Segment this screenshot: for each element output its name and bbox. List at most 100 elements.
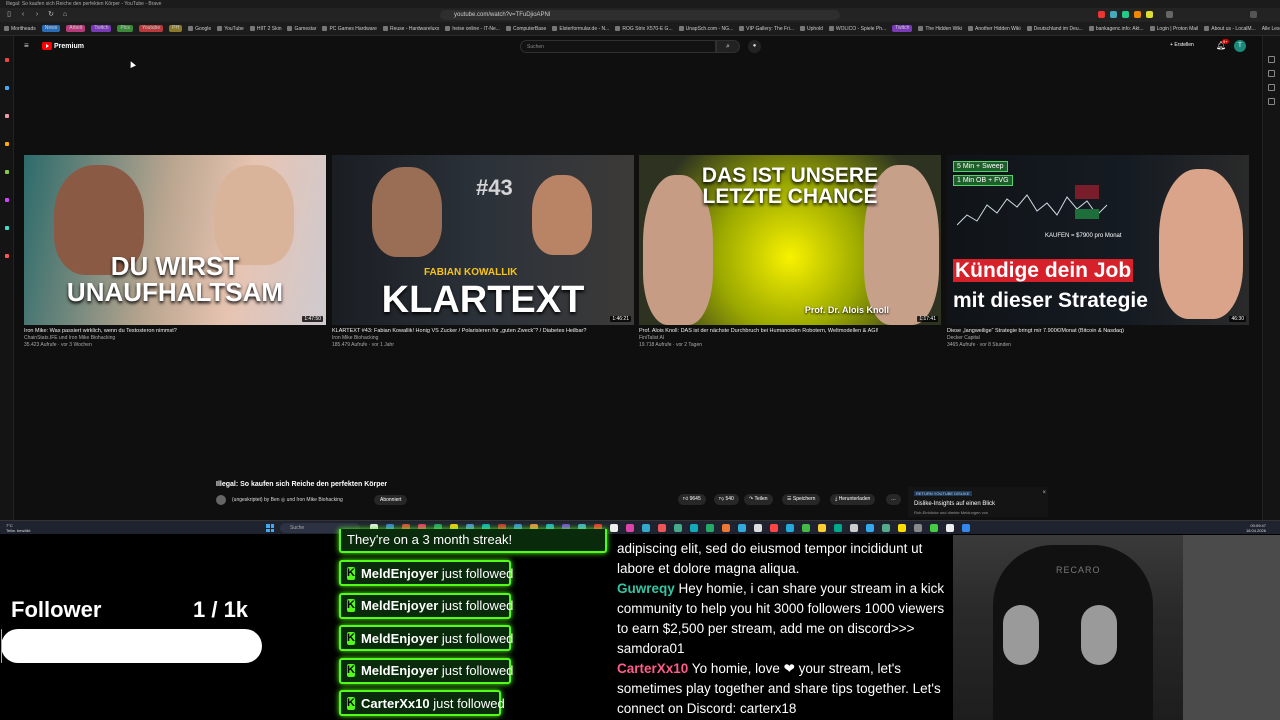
video-title[interactable]: KLARTEXT #43: Fabian Kowallik! Honig VS … xyxy=(332,328,634,334)
taskbar-app-icon[interactable] xyxy=(946,524,954,532)
bookmark-item[interactable]: PC Games Hardware xyxy=(322,26,377,32)
channel-avatar[interactable] xyxy=(216,495,226,505)
sidebar-toggle-icon[interactable]: ▯ xyxy=(4,10,14,20)
bookmark-item[interactable]: Pics xyxy=(117,25,133,32)
search-button[interactable]: ⌕ xyxy=(716,40,740,53)
panel-icon[interactable] xyxy=(1268,70,1275,77)
video-thumbnail[interactable]: DU WIRST UNAUFHALTSAM 1:47:50 xyxy=(24,155,326,325)
bookmark-item[interactable]: ComputerBase xyxy=(505,26,546,32)
taskbar-app-icon[interactable] xyxy=(658,524,666,532)
home-icon[interactable]: ⌂ xyxy=(60,10,70,20)
taskbar-app-icon[interactable] xyxy=(674,524,682,532)
create-button[interactable]: + Erstellen xyxy=(1170,42,1194,48)
taskbar-app-icon[interactable] xyxy=(690,524,698,532)
all-bookmarks-link[interactable]: Alle Lesezeichen xyxy=(1262,26,1280,32)
taskbar-app-icon[interactable] xyxy=(610,524,618,532)
taskbar-app-icon[interactable] xyxy=(898,524,906,532)
brave-shield-icon[interactable] xyxy=(1098,11,1105,18)
taskbar-app-icon[interactable] xyxy=(834,524,842,532)
sidebar-app-icon[interactable] xyxy=(5,254,9,258)
bookmark-item[interactable]: Twitch xyxy=(91,25,112,32)
extension-icon[interactable] xyxy=(1110,11,1117,18)
taskbar-app-icon[interactable] xyxy=(786,524,794,532)
extension-icon[interactable] xyxy=(1122,11,1129,18)
sidebar-app-icon[interactable] xyxy=(5,86,9,90)
video-title[interactable]: Iron Mike: Was passiert wirklich, wenn d… xyxy=(24,328,326,334)
bookmark-item[interactable]: WOLICO - Spiele Ph... xyxy=(828,26,886,32)
bookmark-item[interactable]: ROG Strix X570-E G... xyxy=(615,26,673,32)
taskbar-app-icon[interactable] xyxy=(914,524,922,532)
download-button[interactable]: ⤓ Herunterladen xyxy=(830,494,876,505)
weather-widget[interactable]: 7°C Teilw. bewölkt xyxy=(6,523,30,533)
video-title[interactable]: Prof. Alois Knoll: DAS ist der nächste D… xyxy=(639,328,941,334)
search-input[interactable]: Suchen xyxy=(520,40,716,53)
sidebar-app-icon[interactable] xyxy=(5,114,9,118)
close-icon[interactable]: × xyxy=(1042,490,1046,496)
dislike-button[interactable]: 👎︎ 540 xyxy=(714,494,739,505)
menu-icon[interactable] xyxy=(1166,11,1173,18)
taskbar-app-icon[interactable] xyxy=(754,524,762,532)
video-thumbnail[interactable]: #43 FABIAN KOWALLIK KLARTEXT 1:46:21 xyxy=(332,155,634,325)
panel-icon[interactable] xyxy=(1268,56,1275,63)
windows-start-icon[interactable] xyxy=(266,524,274,532)
video-thumbnail[interactable]: 5 Min + Sweep 1 Min OB + FVG KAUFEN = $7… xyxy=(947,155,1249,325)
bookmark-item[interactable]: About us - LocalM... xyxy=(1204,26,1256,32)
bookmark-item[interactable]: The Hidden Wiki xyxy=(918,26,962,32)
like-button[interactable]: 👍︎ 9645 xyxy=(678,494,706,505)
youtube-logo[interactable]: Premium xyxy=(42,42,84,50)
panel-icon[interactable] xyxy=(1268,98,1275,105)
sidebar-app-icon[interactable] xyxy=(5,58,9,62)
hamburger-menu-icon[interactable]: ≡ xyxy=(24,42,32,50)
channel-name[interactable]: Iron Mike Biohacking xyxy=(332,335,634,341)
sidebar-app-icon[interactable] xyxy=(5,198,9,202)
taskbar-app-icon[interactable] xyxy=(802,524,810,532)
taskbar-app-icon[interactable] xyxy=(850,524,858,532)
taskbar-app-icon[interactable] xyxy=(930,524,938,532)
taskbar-app-icon[interactable] xyxy=(866,524,874,532)
panel-icon[interactable] xyxy=(1268,84,1275,91)
bookmark-item[interactable]: Elsterformular.de - N... xyxy=(552,26,609,32)
bookmark-item[interactable]: Google xyxy=(188,26,211,32)
bookmark-item[interactable]: Gamestar xyxy=(287,26,316,32)
taskbar-clock[interactable]: 00:09:47 18.04.2026 xyxy=(1246,523,1266,533)
voice-search-button[interactable]: ● xyxy=(748,40,761,53)
extension-icon[interactable] xyxy=(1134,11,1141,18)
sidebar-app-icon[interactable] xyxy=(5,142,9,146)
taskbar-app-icon[interactable] xyxy=(642,524,650,532)
bookmark-item[interactable]: Deutschland im Deu... xyxy=(1026,26,1083,32)
taskbar-app-icon[interactable] xyxy=(882,524,890,532)
channel-name[interactable]: ChainStats.IFE und Iron Mike Biohacking xyxy=(24,335,326,341)
bookmark-item[interactable]: PH xyxy=(169,25,183,32)
bookmark-item[interactable]: Twitch xyxy=(892,25,913,32)
bookmark-item[interactable]: Uphold xyxy=(800,26,823,32)
subscribe-button[interactable]: Abonniert xyxy=(374,495,408,505)
bookmark-item[interactable]: Arbeit xyxy=(66,25,86,32)
taskbar-app-icon[interactable] xyxy=(706,524,714,532)
back-icon[interactable]: ‹ xyxy=(18,10,28,20)
bookmark-item[interactable]: YouTube xyxy=(217,26,244,32)
menu-icon[interactable] xyxy=(1250,11,1257,18)
taskbar-app-icon[interactable] xyxy=(738,524,746,532)
video-card[interactable]: 5 Min + Sweep 1 Min OB + FVG KAUFEN = $7… xyxy=(947,155,1249,348)
bookmark-item[interactable]: Login | Proton Mail xyxy=(1149,26,1198,32)
taskbar-app-icon[interactable] xyxy=(818,524,826,532)
bookmark-item[interactable]: VIP Gallery: The Fri... xyxy=(739,26,794,32)
taskbar-app-icon[interactable] xyxy=(962,524,970,532)
video-card[interactable]: DAS IST UNSERE LETZTE CHANCE Prof. Dr. A… xyxy=(639,155,941,348)
sidebar-app-icon[interactable] xyxy=(5,226,9,230)
channel-name[interactable]: (ungeskriptet) by Ben ◎ und Iron Mike Bi… xyxy=(232,497,343,503)
bookmark-item[interactable]: HIIT 2 Skin xyxy=(249,26,281,32)
bookmark-item[interactable]: Another Hidden Wiki xyxy=(968,26,1021,32)
more-actions-button[interactable]: … xyxy=(886,494,901,505)
save-button[interactable]: ☰ Speichern xyxy=(782,494,821,505)
taskbar-app-icon[interactable] xyxy=(722,524,730,532)
bookmark-item[interactable]: Moritheads xyxy=(4,26,36,32)
bookmark-item[interactable]: Youtube xyxy=(138,25,164,32)
bookmark-item[interactable]: News xyxy=(41,25,61,32)
bookmark-item[interactable]: bankagenc.info: Akt... xyxy=(1088,26,1144,32)
sidebar-app-icon[interactable] xyxy=(5,170,9,174)
bookmark-item[interactable]: heise online - IT-Ne... xyxy=(445,26,500,32)
forward-icon[interactable]: › xyxy=(32,10,42,20)
url-field[interactable]: youtube.com/watch?v=TFuDjioAPNI xyxy=(440,10,840,20)
extension-icon[interactable] xyxy=(1146,11,1153,18)
